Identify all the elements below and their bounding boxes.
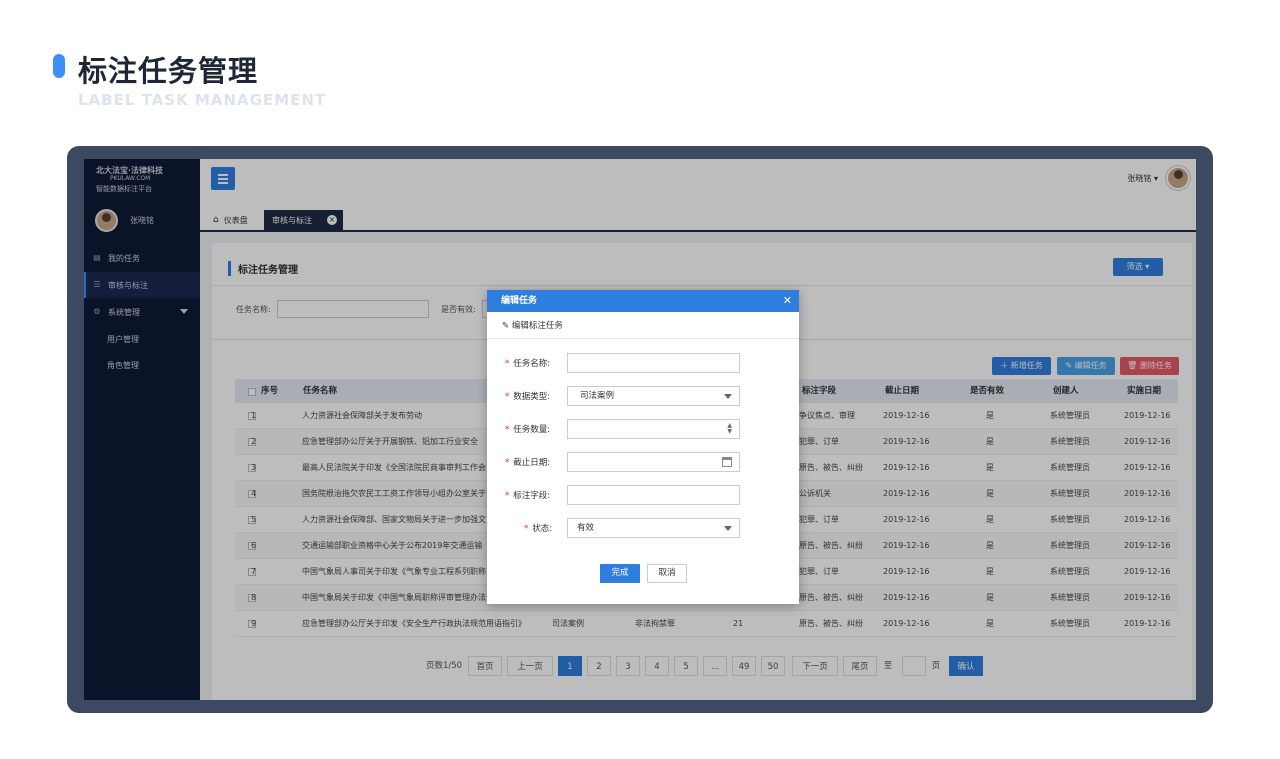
dialog-title: 编辑任务 ✕ xyxy=(487,290,799,312)
calendar-icon[interactable] xyxy=(722,457,732,467)
label-field-label: * 标注字段: xyxy=(505,491,551,501)
confirm-button[interactable]: 完成 xyxy=(600,564,640,583)
page-subheading: LABEL TASK MANAGEMENT xyxy=(78,91,327,109)
chevron-down-icon xyxy=(724,394,732,399)
task-count-label: * 任务数量: xyxy=(505,425,551,435)
dialog-subtitle-text: 编辑标注任务 xyxy=(511,321,563,331)
status-label: * 状态: xyxy=(524,524,553,534)
page-heading: 标注任务管理 xyxy=(78,54,259,88)
divider xyxy=(487,338,799,339)
pencil-icon: ✎ xyxy=(502,321,510,331)
status-label-text: 状态: xyxy=(532,524,553,534)
task-name-label-text: 任务名称: xyxy=(513,359,551,369)
data-type-value: 司法案例 xyxy=(580,391,615,401)
data-type-select[interactable]: 司法案例 xyxy=(567,386,740,406)
cancel-button[interactable]: 取消 xyxy=(647,564,687,583)
stepper-arrows-icon[interactable]: ▲ ▼ xyxy=(727,423,732,435)
task-name-label: * 任务名称: xyxy=(505,359,551,369)
task-count-label-text: 任务数量: xyxy=(513,425,551,435)
deadline-date-input[interactable] xyxy=(567,452,740,472)
label-field-label-text: 标注字段: xyxy=(513,491,551,501)
deadline-label-text: 截止日期: xyxy=(513,458,551,468)
label-field-input[interactable] xyxy=(567,485,740,505)
edit-task-dialog: 编辑任务 ✕ ✎ 编辑标注任务 * 任务名称: * 数据类型: 司法案例 * 任务数量… xyxy=(487,290,799,604)
chevron-down-icon xyxy=(724,526,732,531)
data-type-label-text: 数据类型: xyxy=(513,392,551,402)
status-value: 有效 xyxy=(577,523,595,533)
data-type-label: * 数据类型: xyxy=(505,392,551,402)
title-accent-bar xyxy=(53,54,65,78)
dialog-title-text: 编辑任务 xyxy=(501,296,538,306)
dialog-subtitle: ✎ 编辑标注任务 xyxy=(502,319,563,331)
task-count-stepper[interactable]: ▲ ▼ xyxy=(567,419,740,439)
deadline-label: * 截止日期: xyxy=(505,458,551,468)
close-icon[interactable]: ✕ xyxy=(783,290,792,312)
status-select[interactable]: 有效 xyxy=(567,518,740,538)
task-name-input[interactable] xyxy=(567,353,740,373)
app-screen: 北大法宝·法律科技 PKULAW.COM 智能数据标注平台 张晓铭 ▤ 我的任务… xyxy=(84,159,1196,700)
